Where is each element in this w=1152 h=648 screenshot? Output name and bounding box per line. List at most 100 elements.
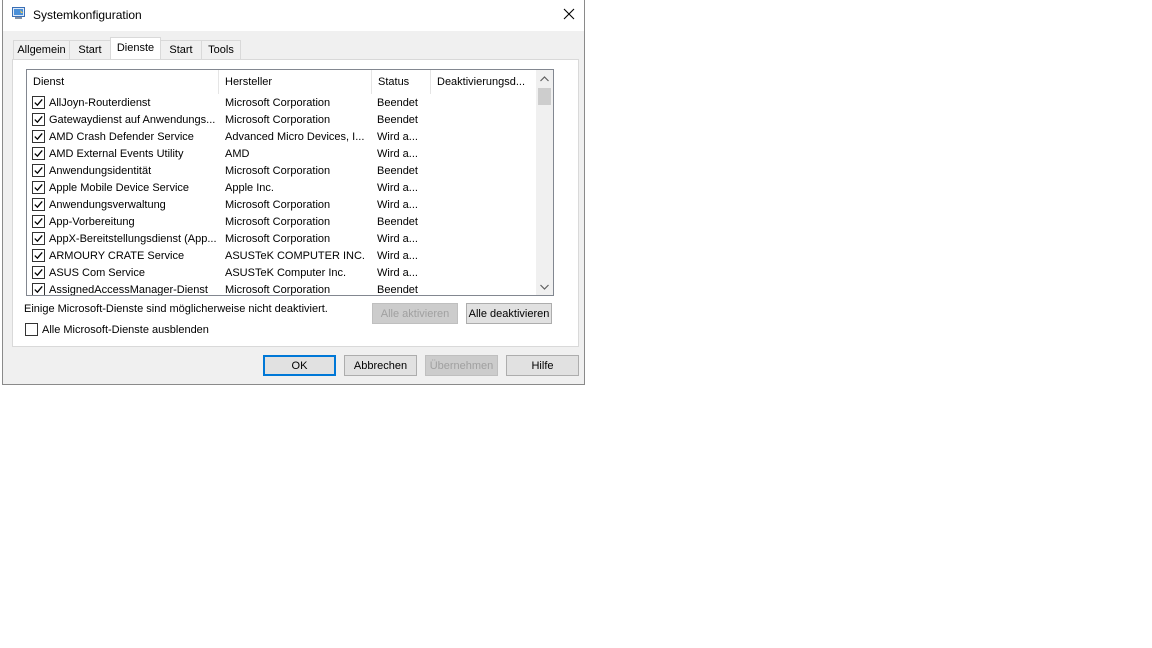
checkmark-icon	[34, 251, 43, 260]
apply-label: Übernehmen	[429, 360, 494, 372]
checkmark-icon	[34, 234, 43, 243]
service-checkbox[interactable]	[32, 181, 45, 194]
column-header-deactivation-date[interactable]: Deaktivierungsd...	[431, 70, 537, 94]
column-header-vendor[interactable]: Hersteller	[219, 70, 371, 94]
table-row[interactable]: ASUS Com Service ASUSTeK Computer Inc. Wir…	[27, 265, 537, 282]
service-name: ASUS Com Service	[49, 267, 145, 279]
service-vendor: Microsoft Corporation	[225, 233, 331, 245]
tab-label: Start	[78, 44, 102, 56]
disable-all-button[interactable]: Alle deaktivieren	[466, 303, 552, 324]
service-checkbox[interactable]	[32, 130, 45, 143]
service-status: Beendet	[377, 97, 418, 109]
checkmark-icon	[34, 200, 43, 209]
table-row[interactable]: AssignedAccessManager-Dienst Microsoft Co…	[27, 282, 537, 296]
close-button[interactable]	[554, 0, 584, 31]
column-header-status[interactable]: Status	[372, 70, 430, 94]
service-vendor: Microsoft Corporation	[225, 114, 331, 126]
checkmark-icon	[34, 285, 43, 294]
service-checkbox[interactable]	[32, 96, 45, 109]
service-status: Wird a...	[377, 148, 418, 160]
cancel-button[interactable]: Abbrechen	[344, 355, 417, 376]
service-vendor: Microsoft Corporation	[225, 199, 331, 211]
service-vendor: Advanced Micro Devices, I...	[225, 131, 365, 143]
service-name: AppX-Bereitstellungsdienst (App...	[49, 233, 217, 245]
service-checkbox[interactable]	[32, 147, 45, 160]
table-row[interactable]: Anwendungsverwaltung Microsoft Corporatio…	[27, 197, 537, 214]
service-checkbox[interactable]	[32, 113, 45, 126]
service-status: Wird a...	[377, 267, 418, 279]
tab-label: Tools	[208, 44, 234, 56]
table-row[interactable]: App-Vorbereitung Microsoft Corporation Bee…	[27, 214, 537, 231]
system-config-window: Systemkonfiguration Allgemein Start Dien…	[2, 0, 585, 385]
tab-allgemein[interactable]: Allgemein	[13, 40, 70, 59]
checkmark-icon	[34, 166, 43, 175]
service-vendor: Microsoft Corporation	[225, 284, 331, 296]
table-row[interactable]: AllJoyn-Routerdienst Microsoft Corporatio…	[27, 95, 537, 112]
service-status: Beendet	[377, 216, 418, 228]
vertical-scrollbar[interactable]	[536, 70, 553, 295]
tab-dienste[interactable]: Dienste	[110, 37, 161, 59]
service-status: Beendet	[377, 284, 418, 296]
system-config-icon	[12, 7, 26, 20]
tab-start-2[interactable]: Start	[160, 40, 202, 59]
column-header-service[interactable]: Dienst	[27, 70, 217, 94]
table-row[interactable]: Apple Mobile Device Service Apple Inc. Wir…	[27, 180, 537, 197]
service-name: Apple Mobile Device Service	[49, 182, 190, 194]
enable-all-button[interactable]: Alle aktivieren	[372, 303, 458, 324]
checkmark-icon	[34, 115, 43, 124]
scroll-down-button[interactable]	[536, 278, 553, 295]
table-row[interactable]: Anwendungsidentität Microsoft Corporation…	[27, 163, 537, 180]
checkmark-icon	[34, 217, 43, 226]
table-row[interactable]: AMD External Events Utility AMD Wird a...	[27, 146, 537, 163]
service-vendor: ASUSTeK Computer Inc.	[225, 267, 347, 279]
cancel-label: Abbrechen	[353, 360, 408, 372]
close-icon	[563, 8, 575, 23]
checkmark-icon	[34, 132, 43, 141]
scroll-up-button[interactable]	[536, 70, 553, 87]
help-label: Hilfe	[531, 360, 554, 372]
service-checkbox[interactable]	[32, 266, 45, 279]
services-list[interactable]: Dienst Hersteller Status Deaktivierungsd…	[26, 69, 554, 296]
service-checkbox[interactable]	[32, 232, 45, 245]
service-checkbox[interactable]	[32, 249, 45, 262]
hide-microsoft-services-checkbox[interactable]	[25, 323, 38, 336]
service-name: AllJoyn-Routerdienst	[49, 97, 151, 109]
service-vendor: Microsoft Corporation	[225, 165, 331, 177]
hide-microsoft-services-label: Alle Microsoft-Dienste ausblenden	[42, 324, 209, 336]
service-status: Beendet	[377, 165, 418, 177]
window-title: Systemkonfiguration	[33, 8, 142, 22]
service-vendor: ASUSTeK COMPUTER INC.	[225, 250, 365, 262]
service-checkbox[interactable]	[32, 164, 45, 177]
tab-tools[interactable]: Tools	[201, 40, 241, 59]
service-checkbox[interactable]	[32, 215, 45, 228]
service-status: Wird a...	[377, 199, 418, 211]
table-row[interactable]: ARMOURY CRATE Service ASUSTeK COMPUTER IN…	[27, 248, 537, 265]
apply-button[interactable]: Übernehmen	[425, 355, 498, 376]
chevron-down-icon	[540, 281, 549, 293]
disable-all-label: Alle deaktivieren	[468, 308, 550, 320]
ok-button[interactable]: OK	[263, 355, 336, 376]
tab-label: Allgemein	[17, 44, 66, 56]
help-button[interactable]: Hilfe	[506, 355, 579, 376]
service-name: App-Vorbereitung	[49, 216, 135, 228]
tab-label: Start	[169, 44, 193, 56]
tab-start[interactable]: Start	[69, 40, 111, 59]
table-row[interactable]: Gatewaydienst auf Anwendungs... Microsoft…	[27, 112, 537, 129]
table-row[interactable]: AMD Crash Defender Service Advanced Micro…	[27, 129, 537, 146]
service-name: Gatewaydienst auf Anwendungs...	[49, 114, 216, 126]
tab-label: Dienste	[116, 42, 155, 54]
scrollbar-thumb[interactable]	[538, 88, 551, 105]
service-checkbox[interactable]	[32, 198, 45, 211]
microsoft-services-note: Einige Microsoft-Dienste sind möglicherw…	[24, 303, 328, 315]
title-bar: Systemkonfiguration	[3, 0, 584, 31]
service-checkbox[interactable]	[32, 283, 45, 295]
checkmark-icon	[34, 183, 43, 192]
service-name: Anwendungsidentität	[49, 165, 152, 177]
service-status: Beendet	[377, 114, 418, 126]
checkmark-icon	[34, 149, 43, 158]
service-name: AMD External Events Utility	[49, 148, 184, 160]
table-row[interactable]: AppX-Bereitstellungsdienst (App... Micros…	[27, 231, 537, 248]
service-name: AssignedAccessManager-Dienst	[49, 284, 208, 296]
service-status: Wird a...	[377, 131, 418, 143]
services-panel: Dienst Hersteller Status Deaktivierungsd…	[12, 59, 579, 347]
